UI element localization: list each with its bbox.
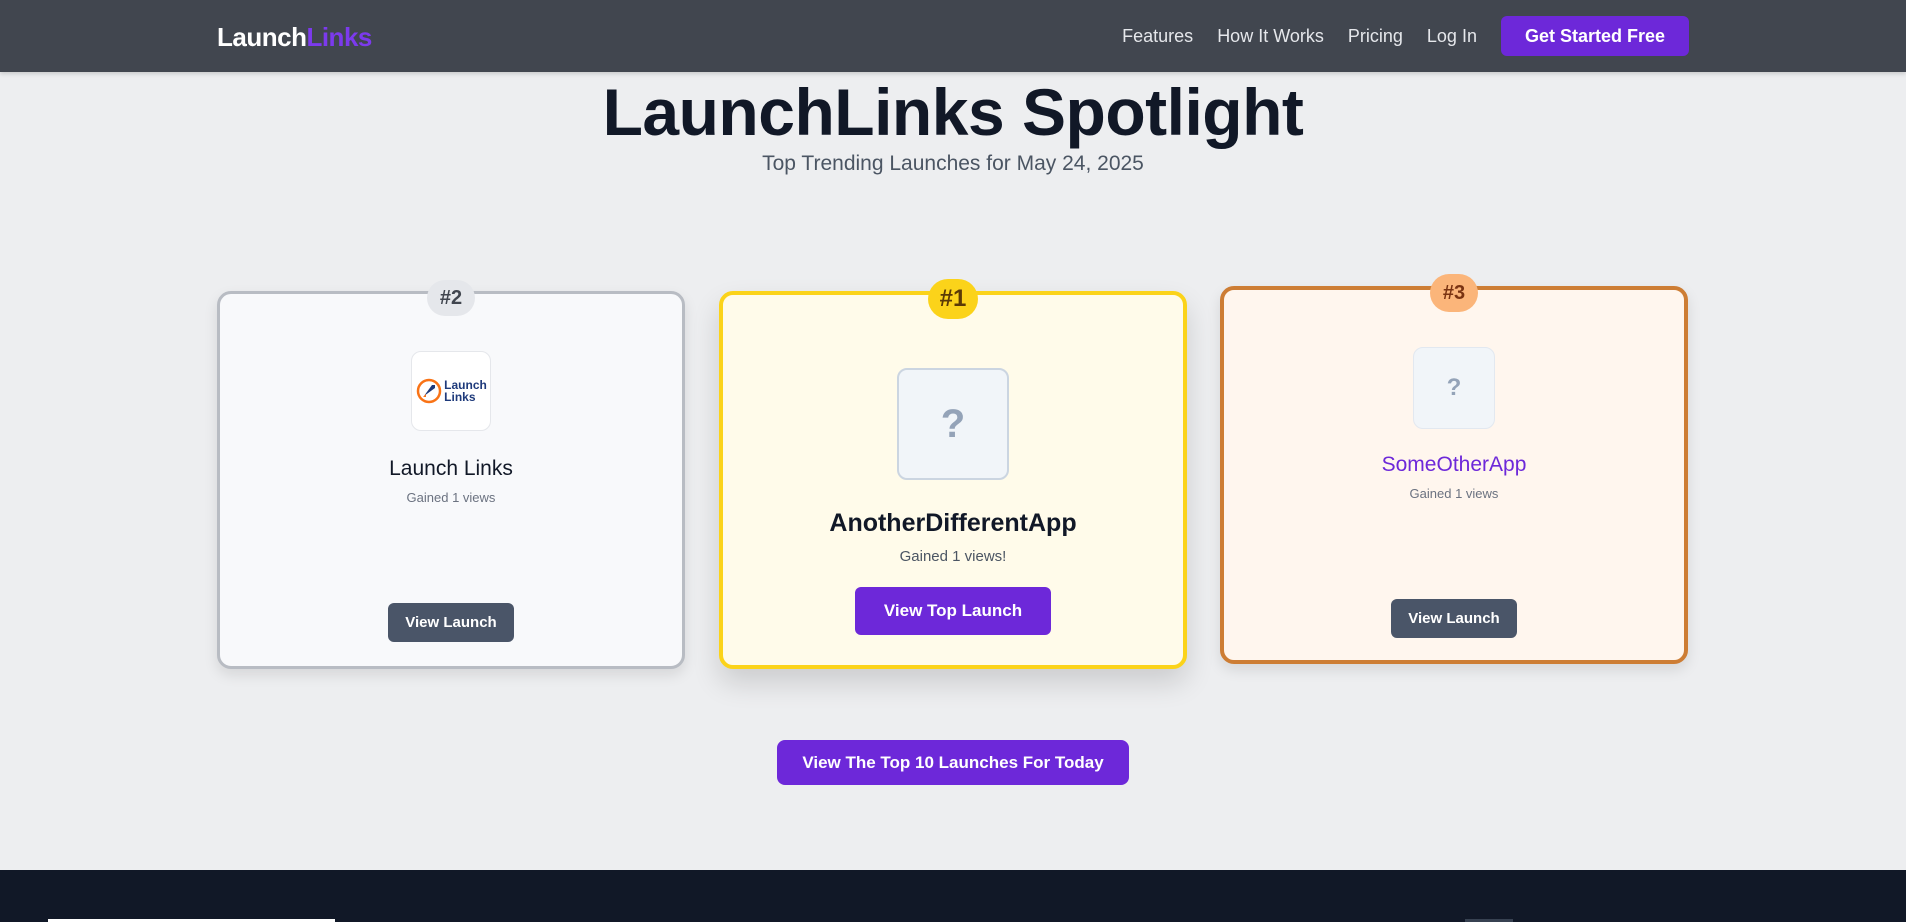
nav-link-features[interactable]: Features <box>1122 26 1193 47</box>
view-launch-button[interactable]: View Launch <box>1391 599 1517 638</box>
app-name[interactable]: SomeOtherApp <box>1224 453 1684 477</box>
logo-line-links: Links <box>444 390 476 404</box>
views-count: Gained 1 views <box>1409 486 1499 501</box>
logo-text-launch: Launch <box>217 22 307 52</box>
question-mark-icon: ? <box>940 401 966 446</box>
question-mark-icon: ? <box>1446 374 1462 401</box>
nav-link-how-it-works[interactable]: How It Works <box>1217 26 1324 47</box>
app-logo: Launch Links <box>411 351 491 431</box>
view-top-launch-button[interactable]: View Top Launch <box>855 587 1051 635</box>
app-logo-placeholder: ? <box>1413 347 1495 429</box>
nav-link-log-in[interactable]: Log In <box>1427 26 1477 47</box>
views-count: Gained 1 views <box>406 490 496 505</box>
view-top-10-button[interactable]: View The Top 10 Launches For Today <box>777 740 1129 785</box>
rank-badge: #3 <box>1430 274 1478 312</box>
rocket-icon <box>416 378 442 404</box>
top-navbar: LaunchLinks Features How It Works Pricin… <box>0 0 1906 72</box>
app-logo-placeholder: ? <box>897 368 1009 480</box>
nav-links: Features How It Works Pricing Log In Get… <box>1122 0 1906 72</box>
launch-card-rank-3: #3 ? SomeOtherApp Gained 1 views View La… <box>1220 274 1688 664</box>
views-count: Gained 1 views! <box>899 548 1007 565</box>
launch-card-rank-2: #2 Launch Links Launch Links Gained 1 vi… <box>217 280 685 669</box>
get-started-button[interactable]: Get Started Free <box>1500 16 1689 56</box>
footer <box>0 870 1906 922</box>
launchlinks-logo-image: Launch Links <box>415 377 487 405</box>
logo-text-links: Links <box>306 22 372 52</box>
rank-badge: #2 <box>427 280 475 316</box>
page-title: LaunchLinks Spotlight <box>602 75 1304 149</box>
launch-card-rank-1: #1 ? AnotherDifferentApp Gained 1 views!… <box>719 279 1187 669</box>
rank-badge: #1 <box>928 279 978 319</box>
nav-link-pricing[interactable]: Pricing <box>1348 26 1403 47</box>
app-name: Launch Links <box>389 457 513 480</box>
app-name: AnotherDifferentApp <box>829 509 1077 537</box>
brand-logo[interactable]: LaunchLinks <box>217 22 372 53</box>
view-launch-button[interactable]: View Launch <box>388 603 514 642</box>
page-subtitle: Top Trending Launches for May 24, 2025 <box>762 152 1144 175</box>
